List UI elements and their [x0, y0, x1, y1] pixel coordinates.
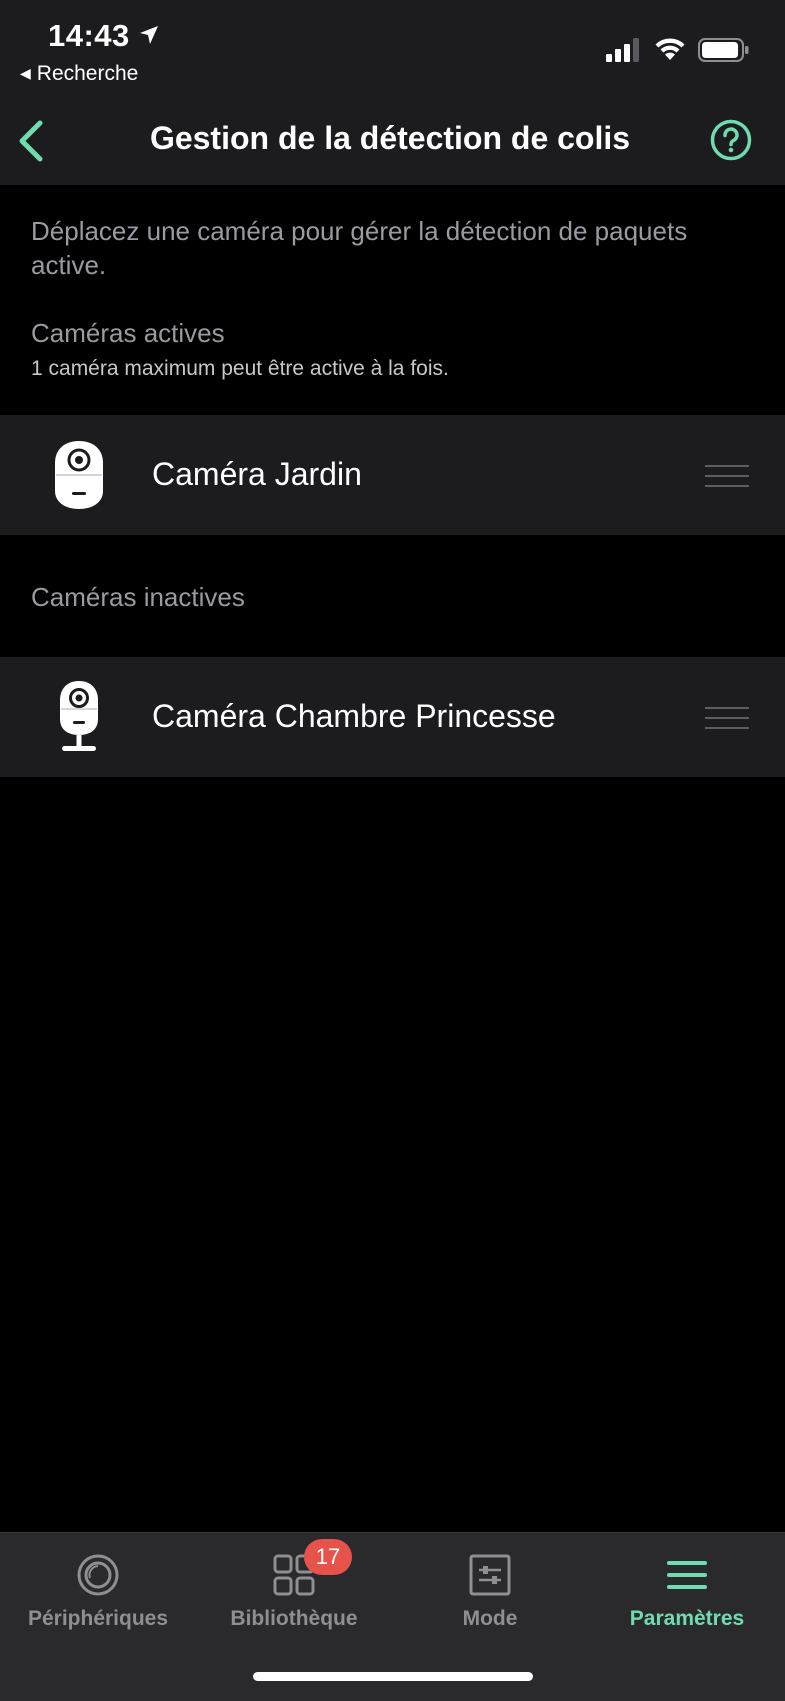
- drag-handle-icon[interactable]: [705, 707, 749, 731]
- header-area: 14:43 ◀ Recherche Gestion de la détection…: [0, 0, 785, 185]
- question-circle-icon[interactable]: [710, 119, 752, 161]
- camera-row-jardin[interactable]: Caméra Jardin: [0, 415, 785, 535]
- battery-icon: [698, 38, 749, 62]
- home-indicator[interactable]: [253, 1672, 533, 1681]
- camera-name: Caméra Jardin: [152, 456, 362, 492]
- active-section-subtitle: 1 caméra maximum peut être active à la f…: [31, 357, 449, 380]
- back-triangle-icon: ◀: [20, 65, 31, 81]
- back-app-label: Recherche: [36, 62, 139, 85]
- menu-icon: [667, 1561, 707, 1589]
- tab-parametres[interactable]: Paramètres: [589, 1533, 785, 1653]
- outdoor-camera-icon: [55, 441, 103, 509]
- indoor-camera-icon: [60, 681, 98, 751]
- tab-bibliotheque[interactable]: 17 Bibliothèque: [196, 1533, 392, 1653]
- devices-icon: [77, 1554, 119, 1596]
- chevron-left-icon[interactable]: [14, 118, 48, 164]
- location-arrow-icon: [140, 26, 158, 44]
- cellular-signal-icon: [606, 38, 639, 62]
- tab-label: Paramètres: [629, 1607, 745, 1630]
- page-title: Gestion de la détection de colis: [149, 120, 631, 156]
- tab-label: Mode: [462, 1607, 518, 1630]
- camera-name: Caméra Chambre Princesse: [152, 698, 556, 734]
- tab-label: Périphériques: [27, 1607, 169, 1630]
- tab-peripheriques[interactable]: Périphériques: [0, 1533, 196, 1653]
- status-time: 14:43: [48, 18, 130, 53]
- tab-mode[interactable]: Mode: [392, 1533, 588, 1653]
- camera-row-chambre-princesse[interactable]: Caméra Chambre Princesse: [0, 657, 785, 777]
- back-to-app-link[interactable]: ◀ Recherche: [20, 62, 138, 86]
- tab-label: Bibliothèque: [230, 1607, 358, 1630]
- mode-sliders-icon: [469, 1554, 511, 1596]
- wifi-icon: [655, 38, 685, 60]
- instructions-text: Déplacez une caméra pour gérer la détect…: [31, 216, 688, 280]
- drag-handle-icon[interactable]: [705, 465, 749, 489]
- active-section-title: Caméras actives: [31, 318, 225, 348]
- notification-badge: 17: [304, 1539, 352, 1575]
- inactive-section-title: Caméras inactives: [31, 582, 245, 612]
